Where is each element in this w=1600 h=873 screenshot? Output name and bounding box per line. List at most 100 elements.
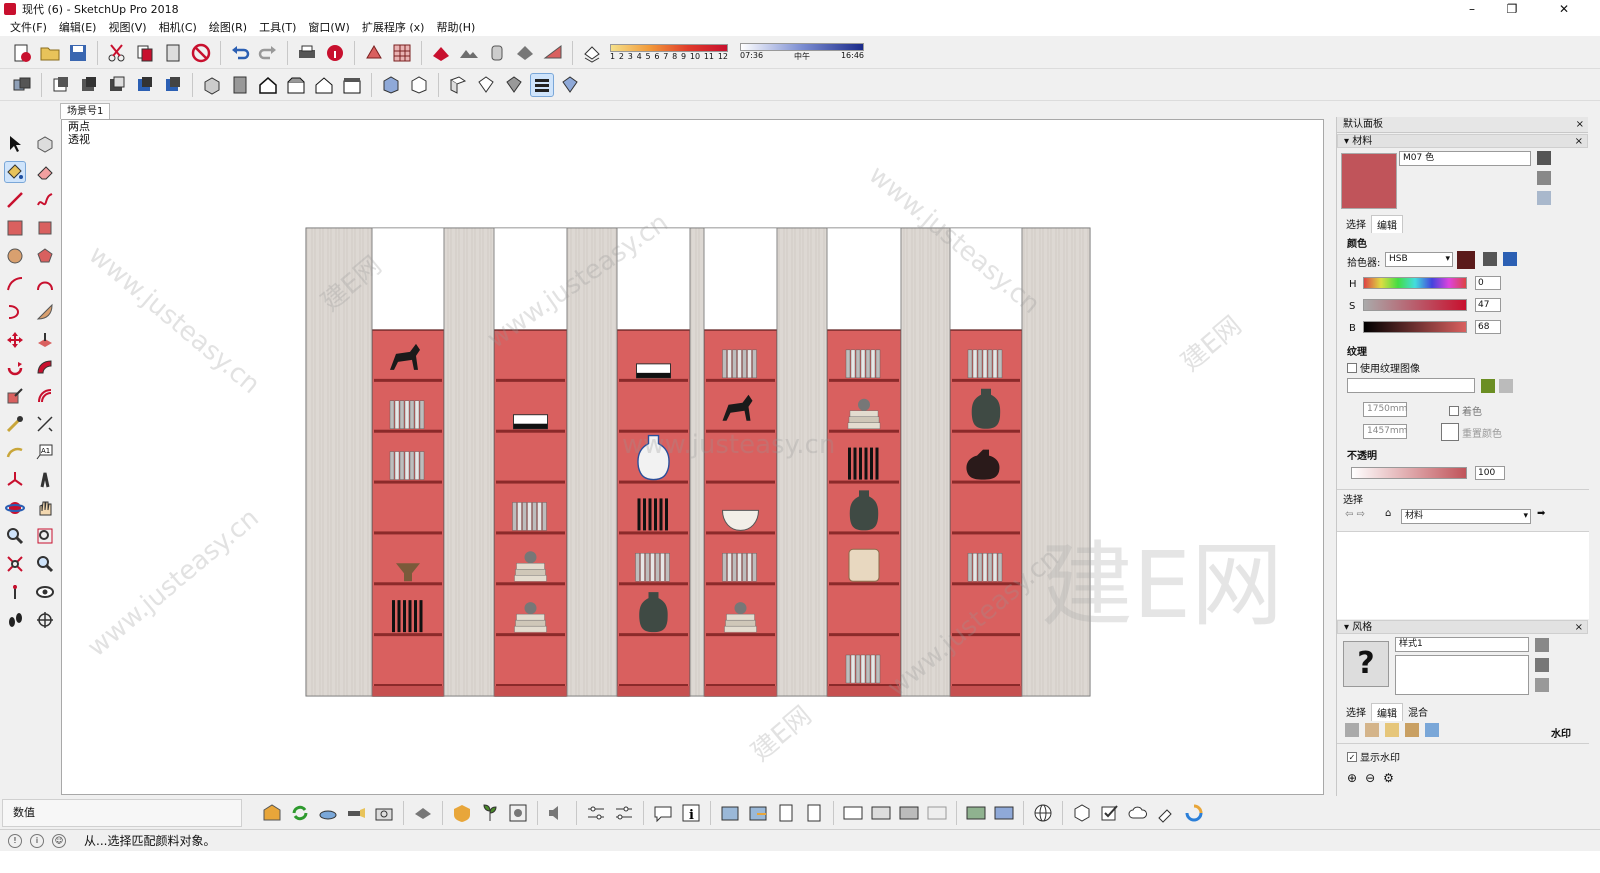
saturation-slider[interactable] [1363,299,1467,311]
refresh-icon[interactable] [288,801,312,825]
scene-tab-1[interactable]: 场景号1 [60,103,111,119]
style-description-input[interactable] [1395,655,1529,695]
badge-icon[interactable] [450,801,474,825]
rotate-icon[interactable] [4,357,26,379]
menu-edit[interactable]: 编辑(E) [53,19,103,35]
paste-icon[interactable] [161,41,185,65]
info-icon[interactable]: i [679,801,703,825]
follow-me-icon[interactable] [34,357,56,379]
show-watermark-checkbox[interactable]: ✓ 显示水印 [1347,749,1400,764]
flashlight-icon[interactable] [344,801,368,825]
xray-icon[interactable] [10,73,34,97]
sandbox-icon[interactable] [429,41,453,65]
open-folder-icon[interactable] [38,41,62,65]
sliders-2-icon[interactable] [612,801,636,825]
move-icon[interactable] [4,329,26,351]
styles-header[interactable]: ▾ 风格 × [1337,620,1588,634]
menu-camera[interactable]: 相机(C) [153,19,203,35]
colorize-checkbox[interactable]: 着色 [1449,403,1482,418]
render-region-icon[interactable] [897,801,921,825]
credits-icon[interactable]: i [30,833,44,848]
save-icon[interactable] [66,41,90,65]
material-library-select[interactable]: 材料 ▾ [1401,509,1531,524]
background-settings-icon[interactable] [1385,723,1399,737]
scale-icon[interactable] [4,385,26,407]
new-file-icon[interactable] [10,41,34,65]
create-style-icon[interactable] [1535,658,1549,672]
back-view-icon[interactable] [312,73,336,97]
pan-icon[interactable] [34,497,56,519]
menu-file[interactable]: 文件(F) [4,19,53,35]
cloud-upload-icon[interactable] [1126,801,1150,825]
trimble-connect-icon[interactable] [1182,801,1206,825]
extension-manager-icon[interactable] [1154,801,1178,825]
edit-texture-icon[interactable] [1499,379,1513,393]
remove-watermark-icon[interactable]: ⊖ [1365,771,1375,785]
make-component-icon[interactable] [34,133,56,155]
close-button[interactable]: ✕ [1544,0,1584,18]
display-section-icon[interactable] [558,73,582,97]
export-web-icon[interactable] [802,801,826,825]
brightness-slider[interactable] [1363,321,1467,333]
cube-icon[interactable] [1070,801,1094,825]
axes-icon[interactable] [4,469,26,491]
styles-tab-edit[interactable]: 编辑 [1371,703,1403,721]
create-material-icon[interactable] [1537,171,1551,185]
section-plane-tool-icon[interactable] [34,609,56,631]
materials-tab-edit[interactable]: 编辑 [1371,215,1403,233]
offset-icon[interactable] [34,385,56,407]
face-style-2-icon[interactable] [407,73,431,97]
display-secondary-icon[interactable] [1537,151,1551,165]
style-name-input[interactable]: 样式1 [1395,637,1529,652]
look-around-icon[interactable] [34,581,56,603]
modeling-settings-icon[interactable] [1425,723,1439,737]
material-swatch[interactable] [1341,153,1397,209]
sound-icon[interactable] [545,801,569,825]
polygon-icon[interactable] [34,245,56,267]
erase-icon[interactable] [189,41,213,65]
maximize-button[interactable]: ❐ [1492,0,1532,18]
walk-icon[interactable] [4,609,26,631]
export-exe-icon[interactable] [774,801,798,825]
styles-tab-select[interactable]: 选择 [1341,703,1371,721]
zoom-extents-icon[interactable] [4,553,26,575]
extension-warehouse-icon[interactable] [362,41,386,65]
iso-view-icon[interactable] [200,73,224,97]
menu-tools[interactable]: 工具(T) [253,19,302,35]
user-icon[interactable]: ☺ [52,833,66,848]
s-value[interactable]: 47 [1475,298,1501,312]
warehouse-icon[interactable] [260,801,284,825]
texture-width-input[interactable]: 1750mm [1363,402,1407,417]
render-batch-icon[interactable] [869,801,893,825]
rectangle-icon[interactable] [4,217,26,239]
hidden-line-icon[interactable] [105,73,129,97]
layout-icon[interactable] [411,801,435,825]
tape-measure-icon[interactable] [4,413,26,435]
opacity-slider[interactable] [1351,467,1467,479]
h-value[interactable]: 0 [1475,276,1501,290]
texture-height-input[interactable]: 1457mm [1363,424,1407,439]
shadow-time-scale[interactable]: 07:36 中午 16:46 [740,43,864,62]
face-settings-icon[interactable] [1365,723,1379,737]
freehand-icon[interactable] [34,189,56,211]
texture-path-input[interactable] [1347,378,1475,393]
circle-icon[interactable] [4,245,26,267]
edge-settings-icon[interactable] [1345,723,1359,737]
drape-icon[interactable] [513,41,537,65]
tray-close-icon[interactable]: × [1576,117,1584,132]
redo-icon[interactable] [256,41,280,65]
top-view-icon[interactable] [228,73,252,97]
cut-icon[interactable] [105,41,129,65]
grid-icon[interactable] [390,41,414,65]
undo-icon[interactable] [228,41,252,65]
left-view-icon[interactable] [340,73,364,97]
opacity-value[interactable]: 100 [1475,466,1505,480]
sliders-icon[interactable] [584,801,608,825]
stamp-icon[interactable] [485,41,509,65]
materials-header[interactable]: ▾ 材料 × [1337,134,1588,148]
material-name-input[interactable]: M07 色 [1399,151,1531,166]
camera-icon[interactable] [372,801,396,825]
styles-tab-mix[interactable]: 混合 [1403,703,1433,721]
menu-window[interactable]: 窗口(W) [302,19,355,35]
update-style-icon[interactable] [1535,638,1549,652]
